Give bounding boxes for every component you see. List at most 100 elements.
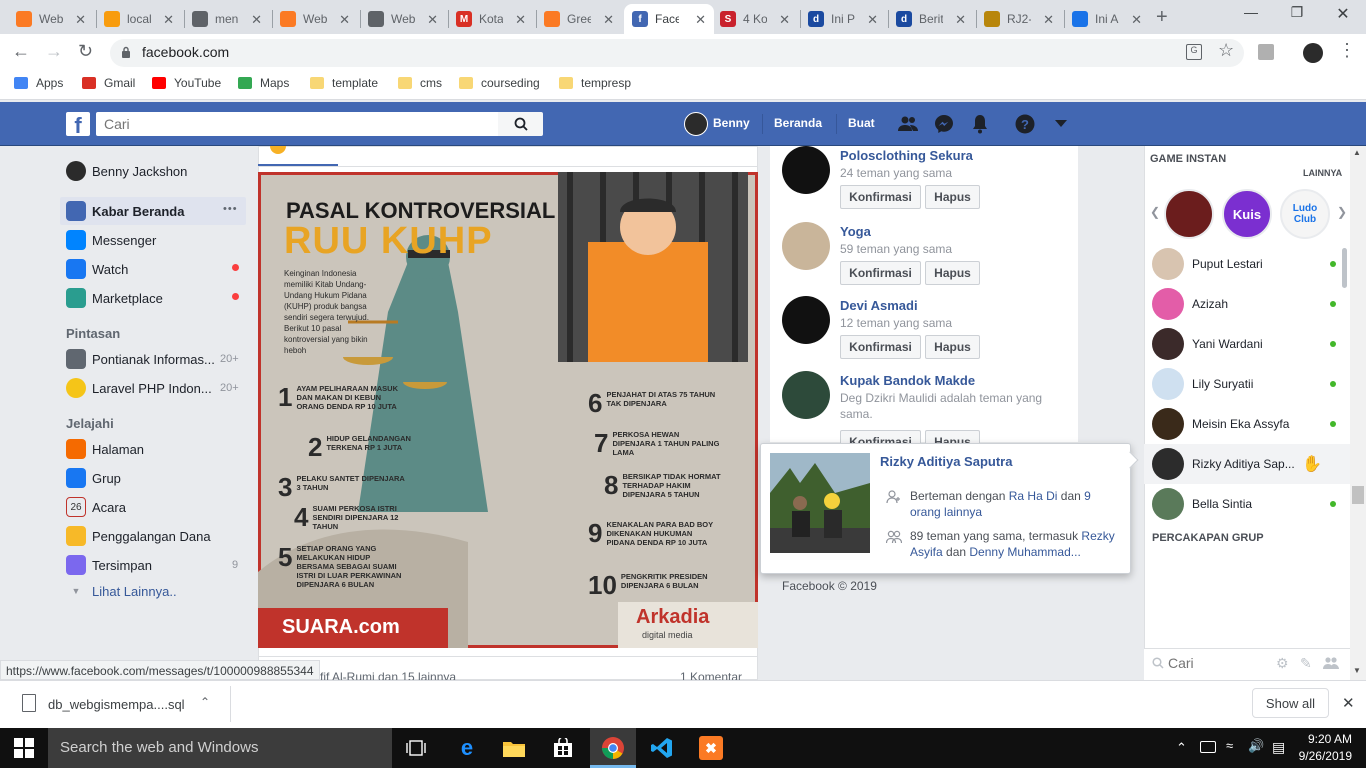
close-tab-icon[interactable]: ✕	[1043, 12, 1054, 28]
profile-link[interactable]: Benny Jackshon	[66, 158, 187, 184]
header-profile-link[interactable]: Benny	[713, 116, 750, 130]
shortcut-item[interactable]: Laravel PHP Indon...	[66, 375, 212, 401]
chevron-left-icon[interactable]: ❮	[1150, 205, 1160, 219]
close-download-icon[interactable]: ✕	[1342, 694, 1355, 712]
close-tab-icon[interactable]: ✕	[867, 12, 878, 28]
hovercard-name[interactable]: Rizky Aditiya Saputra	[880, 454, 1012, 469]
chevron-up-icon[interactable]: ⌃	[200, 695, 210, 709]
notifications-icon[interactable]	[969, 113, 991, 135]
close-tab-icon[interactable]: ✕	[427, 12, 438, 28]
shortcut-item[interactable]: Pontianak Informas...	[66, 346, 215, 372]
star-icon[interactable]: ☆	[1218, 40, 1234, 61]
chevron-right-icon[interactable]: ❯	[1337, 205, 1347, 219]
edge-icon[interactable]: e	[455, 735, 479, 760]
avatar[interactable]	[782, 296, 830, 344]
messenger-icon[interactable]	[933, 113, 955, 135]
chat-contact[interactable]: Lily Suryatii	[1152, 366, 1342, 402]
friend-requests-icon[interactable]	[897, 113, 919, 135]
request-name[interactable]: Yoga	[840, 224, 871, 239]
game-quiz[interactable]: Kuis	[1222, 189, 1272, 239]
reload-icon[interactable]: ↻	[78, 41, 93, 62]
confirm-button[interactable]: Konfirmasi	[840, 185, 921, 209]
bookmark-tempresp[interactable]: tempresp	[559, 76, 631, 90]
close-tab-icon[interactable]: ✕	[339, 12, 350, 28]
search-button[interactable]	[498, 112, 543, 136]
account-menu-icon[interactable]	[1050, 113, 1072, 135]
chat-contact[interactable]: Yani Wardani	[1152, 326, 1342, 362]
close-tab-icon[interactable]: ✕	[955, 12, 966, 28]
sidebar-item-tersimpan[interactable]: Tersimpan	[66, 552, 152, 578]
sidebar-item-acara[interactable]: 26 Acara	[66, 494, 126, 520]
taskbar-search[interactable]: Search the web and Windows	[48, 728, 392, 768]
task-view-icon[interactable]	[404, 736, 428, 760]
page-scrollbar-thumb[interactable]	[1352, 486, 1364, 504]
xampp-icon[interactable]: ✖	[699, 736, 723, 760]
bookmark-gmail[interactable]: Gmail	[82, 76, 135, 90]
windows-start-icon[interactable]	[14, 738, 34, 758]
post-image[interactable]: PASAL KONTROVERSIAL RUU KUHP Keinginan I…	[258, 172, 758, 648]
close-tab-icon[interactable]: ✕	[1131, 12, 1142, 28]
chat-contact[interactable]: Bella Sintia	[1152, 486, 1342, 522]
delete-button[interactable]: Hapus	[925, 185, 980, 209]
chat-contact[interactable]: Puput Lestari	[1152, 246, 1342, 282]
help-icon[interactable]: ?	[1014, 113, 1036, 135]
delete-button[interactable]: Hapus	[925, 335, 980, 359]
profile-avatar[interactable]	[1303, 43, 1323, 63]
sidebar-item-kabar-beranda[interactable]: Kabar Beranda	[66, 198, 184, 224]
close-tab-icon[interactable]: ✕	[695, 12, 706, 28]
chrome-icon[interactable]	[601, 736, 625, 760]
sidebar-item-penggalangan-dana[interactable]: Penggalangan Dana	[66, 523, 211, 549]
wave-icon[interactable]: ✋	[1302, 454, 1322, 474]
close-tab-icon[interactable]: ✕	[163, 12, 174, 28]
search-input[interactable]	[96, 112, 498, 136]
volume-icon[interactable]: 🔊	[1248, 738, 1264, 754]
tray-chevron-icon[interactable]: ⌃	[1176, 740, 1187, 756]
sidebar-item-messenger[interactable]: Messenger	[66, 227, 156, 253]
avatar[interactable]	[782, 146, 830, 194]
download-filename[interactable]: db_webgismempa....sql	[48, 697, 185, 712]
restore-icon[interactable]: ❐	[1282, 4, 1312, 21]
hovercard-photo[interactable]	[770, 453, 870, 553]
clock-date[interactable]: 9/26/2019	[1290, 749, 1352, 763]
chat-contact[interactable]: Meisin Eka Assyfa	[1152, 406, 1342, 442]
request-name[interactable]: Kupak Bandok Makde	[840, 373, 975, 388]
sidebar-item-marketplace[interactable]: Marketplace	[66, 285, 163, 311]
browser-tab[interactable]: M Kota ✕	[448, 4, 534, 34]
forward-icon[interactable]: →	[45, 41, 63, 62]
vscode-icon[interactable]	[650, 736, 674, 760]
bookmark-youtube[interactable]: YouTube	[152, 76, 221, 90]
more-options-icon[interactable]: •••	[223, 203, 238, 215]
game-ludo[interactable]: Ludo Club	[1280, 189, 1330, 239]
bookmark-maps[interactable]: Maps	[238, 76, 289, 90]
chat-contact[interactable]: Azizah	[1152, 286, 1342, 322]
mutual-link[interactable]: Denny Muhammad...	[969, 545, 1080, 559]
close-tab-icon[interactable]: ✕	[251, 12, 262, 28]
browser-tab[interactable]: men ✕	[184, 4, 270, 34]
game-thumbnail[interactable]	[1164, 189, 1214, 239]
bookmark-template[interactable]: template	[310, 76, 378, 90]
browser-tab[interactable]: d Ini P ✕	[800, 4, 886, 34]
create-link[interactable]: Buat	[848, 116, 875, 130]
games-more-link[interactable]: LAINNYA	[1303, 168, 1342, 178]
scroll-up-icon[interactable]: ▲	[1353, 148, 1361, 157]
action-center-icon[interactable]: ▤	[1272, 739, 1285, 756]
avatar[interactable]	[782, 371, 830, 419]
chat-search-input[interactable]	[1168, 653, 1268, 673]
browser-tab[interactable]: Web ✕	[360, 4, 446, 34]
bookmark-cms[interactable]: cms	[398, 76, 442, 90]
edit-icon[interactable]: ✎	[1300, 655, 1312, 672]
browser-tab[interactable]: Gree ✕	[536, 4, 622, 34]
wifi-icon[interactable]: ≈	[1226, 738, 1233, 753]
close-window-icon[interactable]: ✕	[1328, 4, 1358, 24]
confirm-button[interactable]: Konfirmasi	[840, 335, 921, 359]
back-icon[interactable]: ←	[12, 41, 30, 62]
see-more-link[interactable]: ▼ Lihat Lainnya..	[66, 578, 177, 604]
gear-icon[interactable]: ⚙	[1276, 655, 1289, 672]
menu-dots-icon[interactable]: ⋮	[1338, 40, 1356, 61]
clock-time[interactable]: 9:20 AM	[1296, 732, 1352, 746]
request-name[interactable]: Devi Asmadi	[840, 298, 918, 313]
facebook-logo-icon[interactable]: f	[66, 112, 90, 136]
address-bar[interactable]	[110, 39, 1244, 67]
sidebar-item-watch[interactable]: Watch	[66, 256, 128, 282]
sidebar-item-grup[interactable]: Grup	[66, 465, 121, 491]
